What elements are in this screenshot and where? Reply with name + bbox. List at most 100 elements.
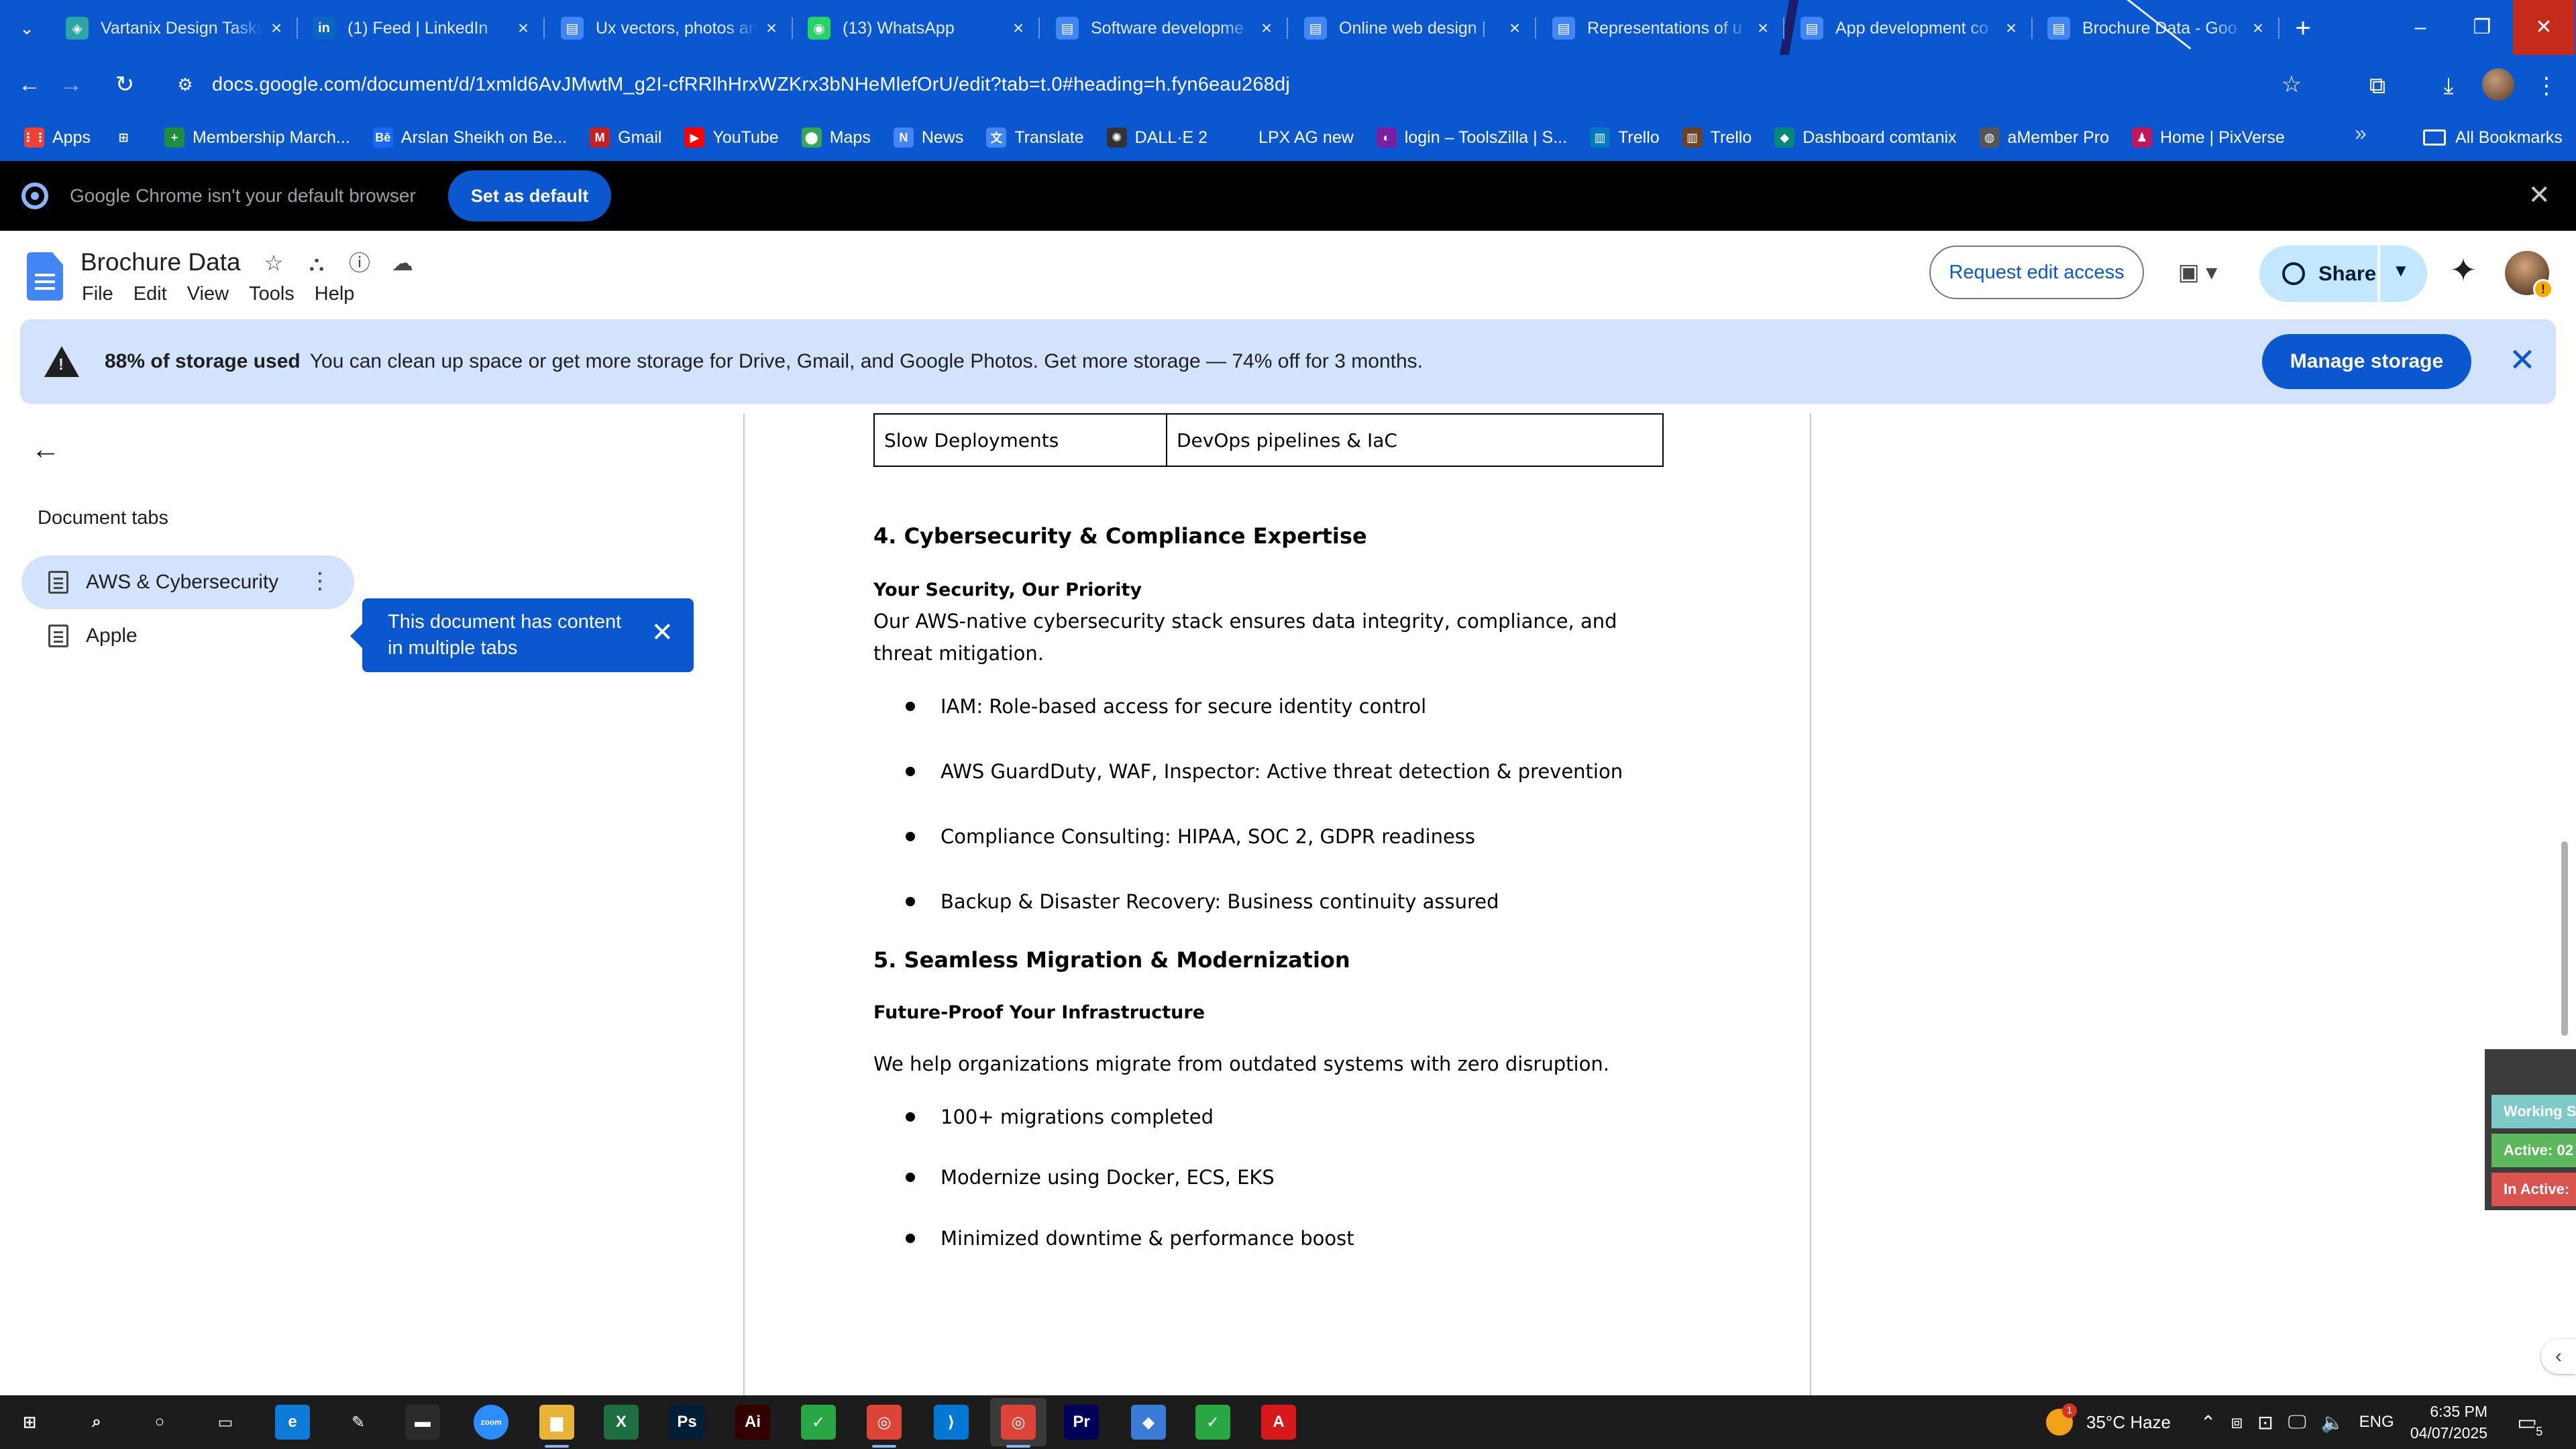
extensions-icon[interactable]: ⧉ — [2360, 68, 2395, 103]
zoom-icon[interactable]: zoom — [474, 1405, 508, 1440]
details-info-icon[interactable]: ⓘ — [345, 248, 374, 278]
reload-button[interactable]: ↻ — [109, 68, 141, 101]
terminal-icon[interactable]: ▬ — [405, 1405, 440, 1440]
close-tab-icon[interactable]: × — [263, 17, 290, 39]
manage-storage-button[interactable]: Manage storage — [2262, 334, 2471, 389]
edge-icon[interactable]: e — [275, 1405, 310, 1440]
illustrator-icon[interactable]: Ai — [735, 1405, 770, 1440]
bookmark-item[interactable]: Bē Arslan Sheikh on Be... — [372, 127, 567, 148]
task-view-icon[interactable]: ▭ — [208, 1405, 243, 1440]
menu-file[interactable]: File — [82, 283, 113, 305]
chrome-icon[interactable]: ◎ — [867, 1405, 902, 1440]
capture-tray-icon[interactable]: ⊡ — [2257, 1411, 2273, 1434]
all-bookmarks-button[interactable]: All Bookmarks — [2423, 114, 2563, 161]
weather-widget[interactable]: 1 35°C Haze — [2046, 1395, 2171, 1449]
file-explorer-icon[interactable]: ▆ — [539, 1405, 574, 1440]
google-docs-logo[interactable] — [27, 252, 63, 301]
pen-icon[interactable]: ✎ — [341, 1405, 376, 1440]
bookmarks-overflow-icon[interactable]: » — [2355, 121, 2367, 146]
bookmark-item[interactable]: ◐ login – ToolsZilla | S... — [1376, 127, 1567, 148]
bookmark-item[interactable]: ⊞ — [113, 127, 142, 148]
bookmark-item[interactable]: ▶ YouTube — [684, 127, 779, 148]
minimize-button[interactable]: – — [2390, 0, 2451, 55]
bookmark-item[interactable]: + Membership March... — [164, 127, 350, 148]
cortana-icon[interactable]: ○ — [142, 1405, 177, 1440]
bookmark-item[interactable]: 文 Translate — [986, 127, 1084, 148]
table-cell[interactable]: DevOps pipelines & IaC — [1166, 413, 1664, 467]
cloud-saved-icon[interactable]: ☁ — [388, 248, 417, 278]
notification-center-icon[interactable]: ▭ 5 — [2517, 1395, 2544, 1449]
bookmark-item[interactable]: ▥ Trello — [1682, 127, 1752, 148]
bookmark-item[interactable]: M Gmail — [590, 127, 661, 148]
back-button[interactable]: ← — [13, 68, 46, 101]
bookmark-item[interactable]: ◍ aMember Pro — [1979, 127, 2109, 148]
forward-button[interactable]: → — [55, 68, 87, 101]
photoshop-icon[interactable]: Ps — [669, 1405, 704, 1440]
chrome-menu-icon[interactable]: ⋮ — [2529, 68, 2564, 103]
excel-icon[interactable]: X — [604, 1405, 639, 1440]
search-icon[interactable]: ⌕ — [79, 1405, 114, 1440]
bookmark-star-icon[interactable]: ☆ — [2275, 68, 2308, 101]
doc-tab-aws-cybersecurity[interactable]: AWS & Cybersecurity ⋮ — [21, 555, 354, 609]
document-page[interactable]: Slow Deployments DevOps pipelines & IaC … — [743, 413, 1811, 1395]
close-tab-icon[interactable]: × — [1253, 17, 1280, 39]
close-icon[interactable]: ✕ — [2504, 342, 2541, 380]
browser-tab[interactable]: ▤ App development co × — [1790, 9, 2033, 47]
user-avatar[interactable]: ! — [2505, 251, 2553, 299]
close-tab-icon[interactable]: × — [1005, 17, 1032, 39]
menu-view[interactable]: View — [187, 283, 229, 305]
language-indicator[interactable]: ENG — [2359, 1413, 2394, 1432]
browser-tab[interactable]: ◈ Vartanix Design Tasks × — [55, 9, 298, 47]
menu-edit[interactable]: Edit — [133, 283, 167, 305]
vscode-icon[interactable]: ⟩ — [934, 1405, 969, 1440]
browser-tab[interactable]: ▤ Software developme × — [1045, 9, 1288, 47]
close-tab-icon[interactable]: × — [758, 17, 785, 39]
network-icon[interactable]: 🖵 — [2288, 1411, 2306, 1434]
browser-tab[interactable]: ▤ Online web design | × — [1293, 9, 1536, 47]
table-cell[interactable]: Slow Deployments — [873, 413, 1167, 467]
chevron-up-icon[interactable]: ⌃ — [2200, 1411, 2216, 1434]
close-icon[interactable]: ✕ — [2528, 180, 2551, 211]
menu-help[interactable]: Help — [315, 283, 355, 305]
move-to-drive-icon[interactable]: ⛬ — [302, 248, 331, 278]
meet-video-icon[interactable]: ▣ ▾ — [2165, 254, 2230, 291]
clip-studio-2-icon[interactable]: ✓ — [1195, 1405, 1230, 1440]
tab-search-button[interactable]: ⌄ — [12, 13, 42, 43]
clip-studio-icon[interactable]: ✓ — [801, 1405, 836, 1440]
time-tracker-widget[interactable]: Working S Active: 02 In Active: — [2485, 1049, 2576, 1210]
volume-icon[interactable]: 🔈 — [2321, 1411, 2345, 1434]
browser-tab[interactable]: in (1) Feed | LinkedIn × — [302, 9, 545, 47]
bookmark-item[interactable]: ⋮⋮ Apps — [22, 127, 91, 148]
share-dropdown-icon[interactable]: ▼ — [2392, 260, 2410, 281]
new-tab-button[interactable]: + — [2284, 9, 2322, 47]
close-tab-icon[interactable]: × — [1998, 17, 2025, 39]
menu-tools[interactable]: Tools — [249, 283, 294, 305]
browser-tab[interactable]: ▤ Representations of u × — [1542, 9, 1784, 47]
system-clock[interactable]: 6:35 PM 04/07/2025 — [2407, 1401, 2487, 1444]
browser-tab[interactable]: ◉ (13) WhatsApp × — [797, 9, 1040, 47]
bookmark-item[interactable]: ⬤ Maps — [801, 127, 871, 148]
chrome-profile-avatar[interactable] — [2482, 68, 2514, 101]
request-edit-access-button[interactable]: Request edit access — [1929, 246, 2144, 299]
acrobat-icon[interactable]: A — [1261, 1405, 1296, 1440]
meet-tray-icon[interactable]: ⧈ — [2231, 1411, 2243, 1434]
close-tab-icon[interactable]: × — [1501, 17, 1528, 39]
close-tab-icon[interactable]: × — [1750, 17, 1776, 39]
bookmark-item[interactable]: ✺ DALL·E 2 — [1106, 127, 1208, 148]
bookmark-item[interactable]: ♟ Home | PixVerse — [2132, 127, 2285, 148]
bookmark-item[interactable]: ◆ Dashboard comtanix — [1774, 127, 1957, 148]
close-tab-icon[interactable]: × — [2245, 17, 2271, 39]
side-panel-toggle-icon[interactable]: ‹ — [2541, 1339, 2576, 1374]
site-info-icon[interactable]: ⚙ — [172, 71, 199, 98]
app-diamond-icon[interactable]: ◆ — [1131, 1405, 1166, 1440]
vertical-scrollbar[interactable] — [2561, 841, 2568, 1036]
gemini-sparkle-icon[interactable]: ✦ — [2445, 252, 2482, 290]
browser-tab[interactable]: ▤ Ux vectors, photos an × — [550, 9, 793, 47]
back-arrow-icon[interactable]: ← — [27, 431, 64, 468]
set-as-default-button[interactable]: Set as default — [447, 170, 612, 221]
windows-start-icon[interactable]: ⊞ — [12, 1405, 47, 1440]
restore-button[interactable]: ❐ — [2451, 0, 2513, 55]
download-icon[interactable]: ⤓ — [2431, 68, 2466, 103]
star-icon[interactable]: ☆ — [259, 248, 288, 278]
address-bar[interactable]: ⚙ docs.google.com/document/d/1xmld6AvJMw… — [161, 63, 2308, 106]
